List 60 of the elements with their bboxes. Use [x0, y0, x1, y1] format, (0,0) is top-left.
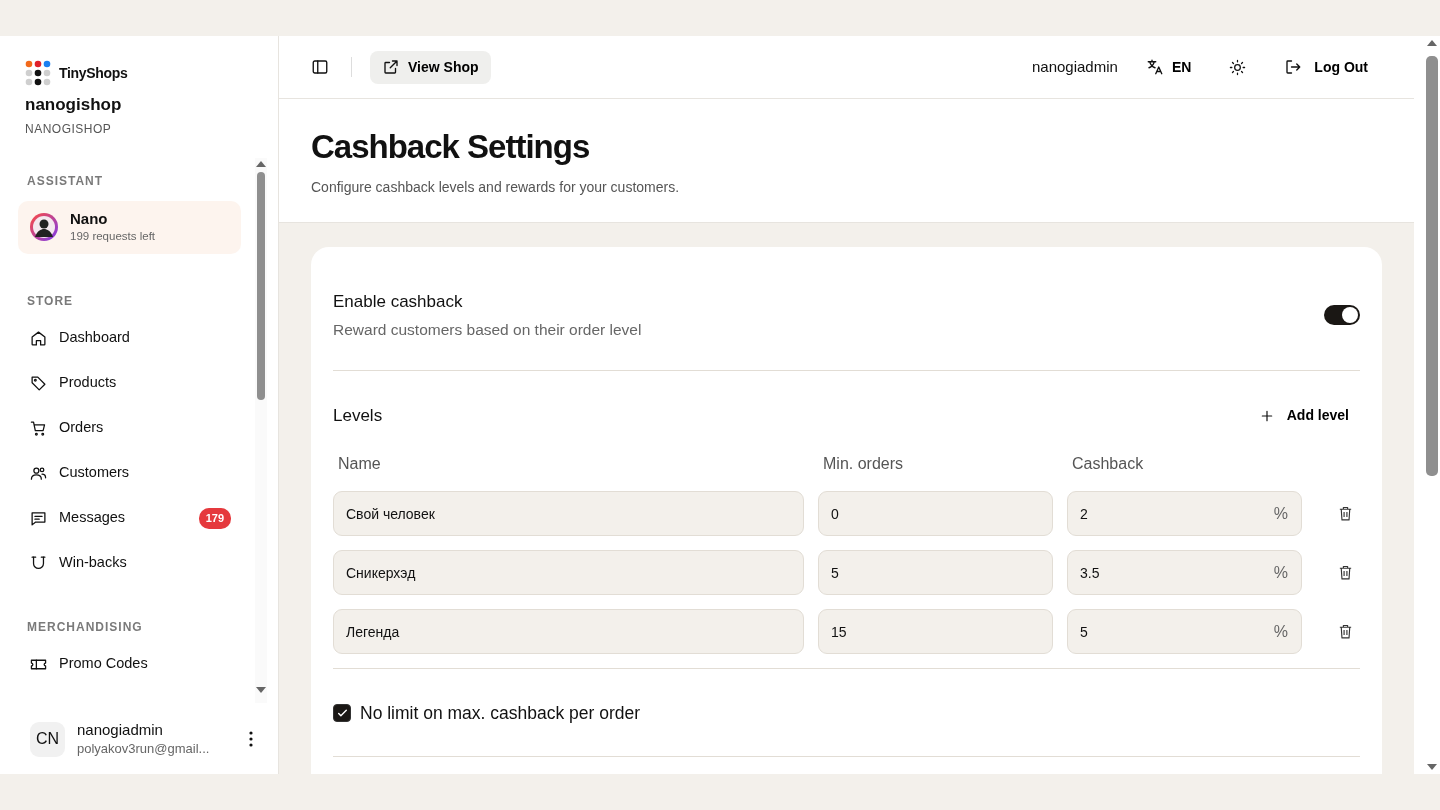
page-subtitle: Configure cashback levels and rewards for your customers. [311, 177, 681, 197]
nav-item[interactable]: Promo Codes [18, 641, 241, 687]
shop-name: nanogishop [25, 94, 123, 116]
name-field[interactable]: Легенда [333, 609, 804, 655]
brand-name: TinyShops [59, 63, 128, 83]
column-header: Name [337, 454, 382, 475]
name-field[interactable]: Сникерхэд [333, 550, 804, 596]
nav-item[interactable]: Customers [18, 450, 241, 496]
unit-label: % [1273, 503, 1288, 524]
scrollbar[interactable] [255, 157, 267, 703]
min-orders-field[interactable]: 0 [818, 491, 1053, 537]
min-orders-field[interactable]: 5 [818, 550, 1053, 596]
assistant-name: Nano [70, 209, 109, 228]
nav-item[interactable]: Products [18, 360, 241, 406]
tag-icon [30, 374, 47, 392]
user-avatar: CN [30, 721, 65, 757]
user-name: nanogiadmin [77, 720, 164, 739]
external-link-icon [382, 58, 400, 76]
nav-item[interactable]: Win-backs [18, 540, 241, 586]
nav-item[interactable]: Orders [18, 405, 241, 451]
sun-icon [1229, 58, 1247, 76]
nav-item[interactable]: Messages 179 [18, 495, 241, 541]
assistant-item[interactable]: Nano 199 requests left [18, 200, 241, 254]
logout-icon [1284, 58, 1303, 76]
user-email: polyakov3run@gmail... [77, 739, 211, 758]
unit-label: % [1273, 562, 1288, 583]
logo-icon [25, 60, 51, 86]
min-orders-field[interactable]: 15 [818, 609, 1053, 655]
assistant-requests: 199 requests left [70, 228, 156, 244]
more-button[interactable] [248, 730, 254, 749]
setting-label: Enable cashback [333, 290, 464, 313]
section-label: STORE [26, 292, 75, 310]
username: nanogiadmin [1032, 56, 1118, 77]
section-label: MERCHANDISING [26, 618, 144, 636]
section-title: Levels [333, 405, 384, 428]
toggle-switch[interactable] [1324, 304, 1360, 325]
name-field[interactable]: Свой человек [333, 491, 804, 537]
checkbox-label: No limit on max. cashback per order [360, 702, 641, 726]
section-label: ASSISTANT [26, 172, 105, 190]
magnet-icon [30, 554, 47, 572]
page-title: Cashback Settings [311, 127, 591, 167]
unit-label: % [1273, 621, 1288, 642]
view-shop-button[interactable]: View Shop [370, 50, 491, 84]
column-header: Cashback [1071, 454, 1145, 475]
checkbox[interactable] [333, 704, 351, 723]
sidebar-icon [311, 58, 329, 76]
add-level-button[interactable]: Add level [1250, 401, 1357, 431]
count-badge: 179 [198, 508, 231, 529]
more-icon [248, 730, 254, 749]
avatar-icon [30, 213, 58, 242]
translate-icon [1145, 58, 1164, 76]
setting-description: Reward customers based on their order level [333, 320, 643, 341]
column-header: Min. orders [822, 454, 905, 475]
logout-button[interactable]: Log Out [1276, 52, 1376, 82]
language-button[interactable]: EN [1137, 52, 1200, 82]
shop-handle: NANOGISHOP [25, 120, 113, 138]
cart-icon [30, 419, 47, 437]
message-icon [30, 509, 47, 527]
home-icon [30, 329, 47, 347]
nav-item[interactable]: Dashboard [18, 315, 241, 361]
